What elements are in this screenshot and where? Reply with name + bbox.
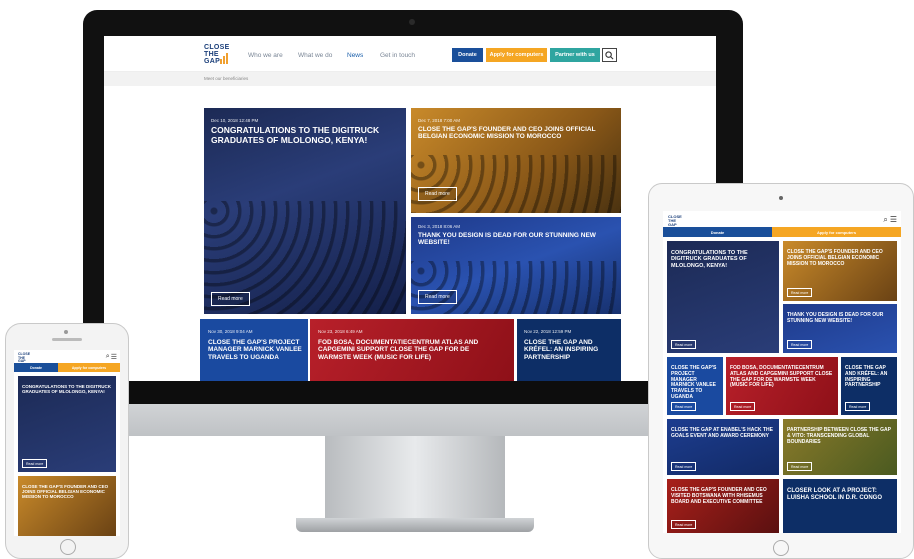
- site-logo[interactable]: CLOSE THE GAP: [18, 352, 30, 364]
- news-card[interactable]: Closer look at a project: Luisha school …: [783, 479, 897, 533]
- phone-header-icons: ⌕ ☰: [106, 353, 117, 361]
- logo-bars-icon: [220, 52, 230, 64]
- card-title: Close the Gap's project manager Marnick …: [671, 365, 717, 400]
- monitor-stand-neck: [325, 436, 505, 522]
- news-card[interactable]: Nov 22, 2018 12:59 PM Close the Gap and …: [517, 319, 621, 381]
- read-more-button[interactable]: Read more: [787, 288, 813, 297]
- card-title: Close the Gap and Kréfel: an inspiring p…: [524, 339, 599, 361]
- card-title: Close the Gap's founder and CEO joins of…: [418, 126, 596, 141]
- read-more-button[interactable]: Read more: [787, 340, 813, 349]
- card-title: FOD BOSA, Documentatiecentrum Atlas and …: [730, 365, 833, 389]
- news-card[interactable]: FOD BOSA, Documentatiecentrum Atlas and …: [726, 357, 838, 415]
- news-card[interactable]: Congratulations to the Digitruck graduat…: [667, 241, 779, 353]
- apply-for-computers-button[interactable]: Apply for computers: [486, 48, 547, 62]
- desktop-screen: CLOSE THE GAP Who we are What we do News…: [104, 36, 716, 381]
- phone-camera: [64, 330, 68, 334]
- card-title: Thank you Design is Dead for our stunnin…: [787, 312, 884, 324]
- card-title: Congratulations to the Digitruck graduat…: [22, 384, 111, 395]
- phone-screen: CLOSE THE GAP ⌕ ☰ Donate Apply for comput…: [14, 350, 120, 536]
- news-card[interactable]: Nov 30, 2018 9:04 AM Close the Gap's pro…: [200, 319, 308, 381]
- monitor-camera: [409, 19, 415, 25]
- news-card[interactable]: Nov 23, 2018 6:49 AM FOD BOSA, Documenta…: [310, 319, 514, 381]
- search-icon[interactable]: ⌕: [883, 215, 887, 225]
- read-more-button[interactable]: Read more: [671, 402, 697, 411]
- search-icon[interactable]: ⌕: [106, 353, 110, 361]
- monitor-bottom-bezel: [123, 378, 707, 404]
- read-more-button[interactable]: Read more: [22, 459, 48, 468]
- card-title: Congratulations to the Digitruck graduat…: [671, 250, 748, 269]
- breadcrumb[interactable]: Meet our beneficiaries: [204, 76, 248, 81]
- donate-button[interactable]: Donate: [663, 227, 772, 237]
- news-card[interactable]: Close the Gap's project manager Marnick …: [667, 357, 723, 415]
- news-card[interactable]: Close the Gap at Enabel's hack the goals…: [667, 419, 779, 475]
- news-card[interactable]: Congratulations to the Digitruck graduat…: [18, 376, 116, 472]
- phone-home-button[interactable]: [60, 539, 76, 555]
- news-card[interactable]: Dec 7, 2018 7:00 AM Close the Gap's foun…: [411, 108, 621, 213]
- site-logo[interactable]: CLOSE THE GAP: [668, 215, 682, 227]
- card-photo: [411, 260, 621, 314]
- card-title: FOD BOSA, Documentatiecentrum Atlas and …: [318, 339, 479, 361]
- card-timestamp: Nov 22, 2018 12:59 PM: [524, 329, 572, 334]
- card-timestamp: Nov 23, 2018 6:49 AM: [318, 329, 363, 334]
- tablet-header-icons: ⌕ ☰: [883, 215, 897, 225]
- breadcrumb-bar: Meet our beneficiaries: [104, 72, 716, 86]
- card-title: Close the Gap's founder and CEO joins of…: [787, 249, 883, 267]
- card-title: Close the Gap's project manager Marnick …: [208, 339, 302, 361]
- menu-icon[interactable]: ☰: [111, 353, 117, 361]
- apply-for-computers-button[interactable]: Apply for computers: [772, 227, 901, 237]
- read-more-button[interactable]: Read more: [671, 520, 697, 529]
- card-title: Thank you Design is Dead for our stunnin…: [418, 232, 596, 247]
- news-card[interactable]: Close the Gap's founder and CEO visited …: [667, 479, 779, 533]
- card-photo: [411, 155, 621, 213]
- news-card[interactable]: Dec 3, 2018 8:06 AM Thank you Design is …: [411, 217, 621, 314]
- donate-button[interactable]: Donate: [452, 48, 483, 62]
- news-card[interactable]: Thank you Design is Dead for our stunnin…: [783, 304, 897, 353]
- partner-with-us-button[interactable]: Partner with us: [550, 48, 600, 62]
- logo-line-1: CLOSE: [204, 44, 230, 51]
- read-more-button[interactable]: Read more: [211, 292, 250, 306]
- card-title: Close the Gap at Enabel's hack the goals…: [671, 427, 773, 439]
- card-title: Partnership between Close the Gap & Vito…: [787, 427, 891, 445]
- news-card[interactable]: Close the Gap's founder and CEO joins of…: [783, 241, 897, 301]
- tablet-camera: [779, 196, 783, 200]
- card-title: Closer look at a project: Luisha school …: [787, 488, 883, 501]
- site-header: CLOSE THE GAP Who we are What we do News…: [104, 36, 716, 72]
- card-timestamp: Dec 7, 2018 7:00 AM: [418, 118, 461, 123]
- nav-who-we-are[interactable]: Who we are: [248, 52, 283, 59]
- tablet-home-button[interactable]: [773, 540, 789, 556]
- phone-speaker: [52, 338, 82, 341]
- nav-what-we-do[interactable]: What we do: [298, 52, 332, 59]
- read-more-button[interactable]: Read more: [671, 462, 697, 471]
- read-more-button[interactable]: Read more: [787, 462, 813, 471]
- card-timestamp: Dec 3, 2018 8:06 AM: [418, 224, 461, 229]
- phone-device: CLOSE THE GAP ⌕ ☰ Donate Apply for comput…: [5, 323, 129, 559]
- tablet-device: CLOSE THE GAP ⌕ ☰ Donate Apply for comput…: [648, 183, 914, 559]
- apply-for-computers-button[interactable]: Apply for computers: [58, 363, 120, 372]
- read-more-button[interactable]: Read more: [730, 402, 756, 411]
- news-card[interactable]: Close the Gap and Kréfel: an inspiring p…: [841, 357, 897, 415]
- search-button[interactable]: [602, 48, 617, 62]
- read-more-button[interactable]: Read more: [418, 290, 457, 304]
- donate-button[interactable]: Donate: [14, 363, 58, 372]
- search-icon: [605, 50, 614, 59]
- card-title: Close the Gap's founder and CEO visited …: [671, 487, 767, 505]
- read-more-button[interactable]: Read more: [845, 402, 871, 411]
- card-title: Congratulations to the Digitruck graduat…: [211, 125, 380, 145]
- news-card[interactable]: Dec 10, 2018 12:48 PM Congratulations to…: [204, 108, 406, 314]
- nav-news[interactable]: News: [347, 52, 363, 59]
- device-mockup-stage: CLOSE THE GAP Who we are What we do News…: [0, 0, 914, 559]
- news-card[interactable]: Close the Gap's founder and CEO joins of…: [18, 476, 116, 536]
- read-more-button[interactable]: Read more: [418, 187, 457, 201]
- news-card[interactable]: Partnership between Close the Gap & Vito…: [783, 419, 897, 475]
- menu-icon[interactable]: ☰: [890, 215, 897, 225]
- monitor-stand-foot: [296, 518, 534, 532]
- read-more-button[interactable]: Read more: [671, 340, 697, 349]
- nav-get-in-touch[interactable]: Get in touch: [380, 52, 415, 59]
- card-title: Close the Gap's founder and CEO joins of…: [22, 484, 109, 500]
- card-timestamp: Dec 10, 2018 12:48 PM: [211, 118, 259, 123]
- tablet-screen: CLOSE THE GAP ⌕ ☰ Donate Apply for comput…: [663, 211, 901, 533]
- card-timestamp: Nov 30, 2018 9:04 AM: [208, 329, 253, 334]
- card-title: Close the Gap and Kréfel: an inspiring p…: [845, 365, 888, 389]
